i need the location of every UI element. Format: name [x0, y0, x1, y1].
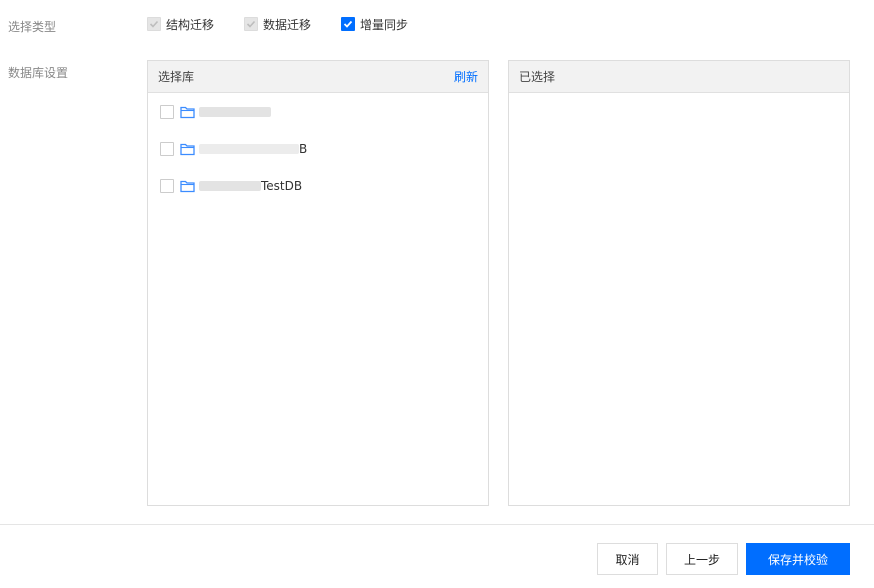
- database-select-title: 选择库: [158, 70, 195, 84]
- incremental-sync-checkbox[interactable]: [341, 17, 356, 31]
- database-select-panel: 选择库 刷新 B TestDB: [147, 60, 489, 506]
- database-name: TestDB: [261, 179, 303, 193]
- database-item[interactable]: [160, 102, 271, 122]
- data-migration-label: 数据迁移: [263, 17, 312, 32]
- database-checkbox[interactable]: [160, 179, 174, 193]
- database-checkbox[interactable]: [160, 142, 174, 156]
- db-settings-label: 数据库设置: [8, 66, 69, 80]
- selected-panel: 已选择: [508, 60, 850, 506]
- database-name-redacted: [199, 181, 261, 191]
- folder-icon: [180, 143, 195, 156]
- folder-icon: [180, 180, 195, 193]
- select-type-label: 选择类型: [8, 20, 57, 34]
- database-name: B: [299, 142, 308, 156]
- structure-migration-label: 结构迁移: [166, 17, 215, 32]
- footer-divider: [0, 524, 874, 525]
- option-data-migration[interactable]: 数据迁移: [244, 16, 311, 33]
- incremental-sync-label: 增量同步: [360, 17, 409, 32]
- database-checkbox[interactable]: [160, 105, 174, 119]
- previous-step-button[interactable]: 上一步: [666, 543, 738, 575]
- cancel-button[interactable]: 取消: [597, 543, 658, 575]
- data-migration-checkbox[interactable]: [244, 17, 259, 31]
- database-select-header: 选择库 刷新: [148, 61, 488, 93]
- option-structure-migration[interactable]: 结构迁移: [147, 16, 214, 33]
- database-name-redacted: [199, 144, 299, 154]
- selected-title: 已选择: [519, 70, 556, 84]
- option-incremental-sync[interactable]: 增量同步: [341, 16, 408, 33]
- sync-type-group: 结构迁移 数据迁移 增量同步: [147, 14, 408, 34]
- selected-header: 已选择: [509, 61, 849, 93]
- save-and-verify-button[interactable]: 保存并校验: [746, 543, 850, 575]
- folder-icon: [180, 106, 195, 119]
- refresh-link[interactable]: 刷新: [454, 68, 478, 85]
- database-name-redacted: [199, 107, 271, 117]
- database-item[interactable]: B: [160, 139, 307, 159]
- structure-migration-checkbox[interactable]: [147, 17, 161, 31]
- database-item[interactable]: TestDB: [160, 176, 302, 196]
